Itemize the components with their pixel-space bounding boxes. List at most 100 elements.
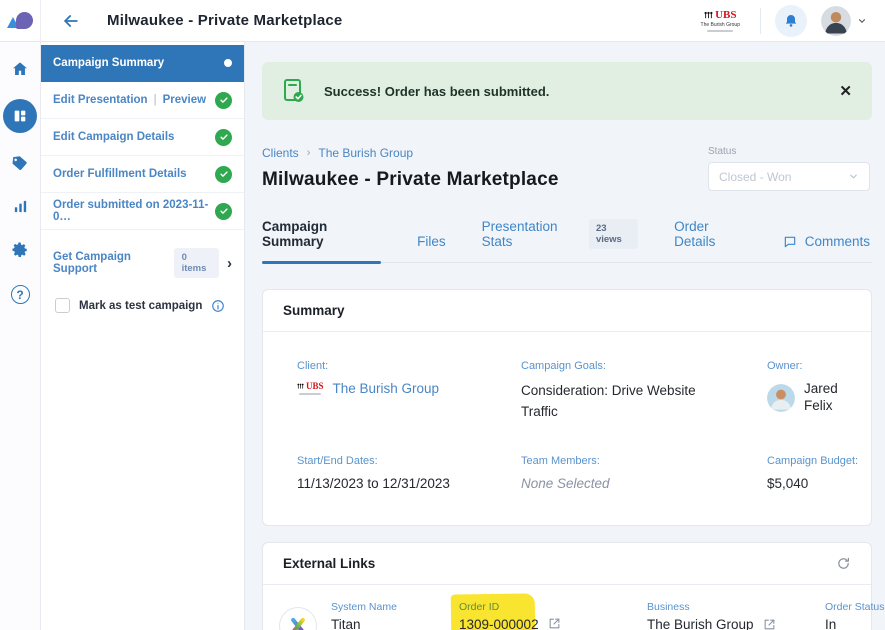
status-select[interactable]: Closed - Won bbox=[708, 162, 870, 191]
sidebar-item-label: Order Fulfillment Details bbox=[53, 168, 209, 180]
tab-files[interactable]: Files bbox=[417, 234, 446, 262]
test-campaign-row: Mark as test campaign bbox=[41, 298, 244, 313]
alert-message: Success! Order has been submitted. bbox=[324, 84, 549, 99]
topbar-divider bbox=[760, 8, 761, 34]
page-title: Milwaukee - Private Marketplace bbox=[262, 169, 559, 191]
home-icon[interactable] bbox=[11, 60, 29, 78]
document-check-icon bbox=[282, 78, 306, 104]
owner-name: Jared Felix bbox=[804, 381, 852, 415]
back-button[interactable] bbox=[61, 11, 81, 31]
titan-system-logo bbox=[279, 607, 317, 630]
owner-avatar bbox=[767, 384, 795, 412]
ubs-org-logo: UBS The Burish Group bbox=[695, 8, 746, 34]
edit-presentation-link[interactable]: Edit Presentation bbox=[53, 94, 148, 106]
tag-icon[interactable] bbox=[11, 154, 29, 172]
window-title: Milwaukee - Private Marketplace bbox=[107, 12, 342, 29]
breadcrumb-separator: › bbox=[307, 147, 311, 159]
app-logo-icon bbox=[7, 12, 33, 30]
back-arrow-icon bbox=[61, 11, 81, 31]
ubs-logo-fineprint bbox=[707, 30, 733, 32]
ubs-logo-subtitle: The Burish Group bbox=[701, 23, 740, 28]
preview-link[interactable]: Preview bbox=[163, 94, 209, 106]
user-avatar bbox=[821, 6, 851, 36]
dates-field: Start/End Dates: 11/13/2023 to 12/31/202… bbox=[297, 455, 493, 491]
step-complete-check-icon bbox=[215, 92, 232, 109]
external-link-icon[interactable] bbox=[548, 617, 561, 630]
system-name-field: System Name Titan bbox=[331, 601, 449, 630]
dashboard-icon[interactable] bbox=[3, 99, 37, 133]
budget-value: $5,040 bbox=[767, 476, 885, 491]
settings-gear-icon[interactable] bbox=[11, 241, 29, 259]
external-links-title: External Links bbox=[283, 556, 375, 571]
sidebar-item-label: Order submitted on 2023-11-0… bbox=[53, 199, 209, 223]
sidebar-item-label: Edit Campaign Details bbox=[53, 131, 209, 143]
campaign-goals-value: Consideration: Drive Website Traffic bbox=[521, 381, 721, 423]
support-label: Get Campaign Support bbox=[53, 251, 166, 275]
get-campaign-support[interactable]: Get Campaign Support 0 items › bbox=[41, 248, 244, 278]
dates-value: 11/13/2023 to 12/31/2023 bbox=[297, 476, 493, 491]
tab-comments[interactable]: Comments bbox=[783, 234, 870, 262]
analytics-icon[interactable] bbox=[12, 198, 29, 215]
views-badge: 23 views bbox=[589, 219, 638, 249]
chevron-right-icon: › bbox=[227, 255, 232, 272]
team-members-field: Team Members: None Selected bbox=[521, 455, 739, 491]
comment-bubble-icon bbox=[783, 235, 797, 249]
ubs-keys-icon bbox=[704, 11, 713, 20]
order-id-value: 1309-000002 bbox=[459, 617, 539, 630]
main-content: Success! Order has been submitted. ✕ Cli… bbox=[245, 42, 885, 630]
close-icon[interactable]: ✕ bbox=[839, 82, 852, 100]
tab-bar: Campaign Summary Files Presentation Stat… bbox=[262, 219, 872, 263]
status-value: Closed - Won bbox=[719, 170, 791, 184]
order-id-highlight: Order ID 1309-000002 bbox=[459, 601, 539, 630]
client-link[interactable]: The Burish Group bbox=[333, 381, 440, 396]
refresh-icon[interactable] bbox=[836, 556, 851, 571]
summary-card-title: Summary bbox=[283, 303, 345, 318]
system-name-value: Titan bbox=[331, 617, 449, 630]
summary-card: Summary Client: UBS The Burish Group bbox=[262, 289, 872, 526]
step-complete-check-icon bbox=[215, 203, 232, 220]
success-alert: Success! Order has been submitted. ✕ bbox=[262, 62, 872, 120]
support-items-badge: 0 items bbox=[174, 248, 219, 278]
breadcrumb-client-name[interactable]: The Burish Group bbox=[318, 146, 413, 160]
tab-order-details[interactable]: Order Details bbox=[674, 219, 747, 262]
ubs-logo-text: UBS bbox=[715, 10, 736, 21]
sidebar-item-label: Campaign Summary bbox=[53, 57, 218, 69]
bell-icon bbox=[783, 13, 799, 29]
sidebar-item-edit-campaign-details[interactable]: Edit Campaign Details bbox=[41, 119, 244, 156]
external-links-card: External Links bbox=[262, 542, 872, 630]
business-field: Business The Burish Group bbox=[647, 601, 815, 630]
sidebar-item-campaign-summary[interactable]: Campaign Summary bbox=[41, 45, 244, 82]
chevron-down-icon bbox=[857, 16, 867, 26]
user-menu[interactable] bbox=[821, 6, 867, 36]
top-bar: Milwaukee - Private Marketplace UBS The … bbox=[0, 0, 885, 42]
notifications-button[interactable] bbox=[775, 5, 807, 37]
workflow-sidebar: Campaign Summary Edit Presentation | Pre… bbox=[41, 42, 245, 630]
ubs-client-logo: UBS bbox=[297, 382, 324, 395]
tab-campaign-summary[interactable]: Campaign Summary bbox=[262, 219, 381, 262]
campaign-goals-field: Campaign Goals: Consideration: Drive Web… bbox=[521, 360, 739, 423]
sidebar-item-edit-presentation[interactable]: Edit Presentation | Preview bbox=[41, 82, 244, 119]
external-link-icon[interactable] bbox=[763, 618, 776, 630]
sidebar-item-order-submitted[interactable]: Order submitted on 2023-11-0… bbox=[41, 193, 244, 230]
order-status-field: Order Status In Progress bbox=[825, 601, 885, 630]
app-logo[interactable] bbox=[0, 0, 41, 41]
sidebar-item-order-fulfillment[interactable]: Order Fulfillment Details bbox=[41, 156, 244, 193]
info-icon[interactable] bbox=[211, 299, 225, 313]
order-id-field: Order ID 1309-000002 bbox=[459, 601, 637, 630]
breadcrumb-clients[interactable]: Clients bbox=[262, 146, 299, 160]
step-complete-check-icon bbox=[215, 166, 232, 183]
client-field: Client: UBS The Burish Group bbox=[297, 360, 493, 423]
active-step-dot-icon bbox=[224, 59, 232, 67]
tab-presentation-stats[interactable]: Presentation Stats 23 views bbox=[482, 219, 638, 262]
help-icon[interactable]: ? bbox=[11, 285, 30, 304]
status-label: Status bbox=[708, 146, 870, 157]
test-campaign-checkbox[interactable] bbox=[55, 298, 70, 313]
order-status-value: In Progress bbox=[825, 617, 885, 630]
business-value: The Burish Group bbox=[647, 617, 754, 630]
chevron-down-icon bbox=[848, 171, 859, 182]
breadcrumb: Clients › The Burish Group bbox=[262, 146, 559, 160]
team-members-value: None Selected bbox=[521, 476, 739, 491]
owner-field: Owner: Jared Felix Madison bbox=[767, 360, 885, 423]
test-campaign-label: Mark as test campaign bbox=[79, 300, 202, 312]
budget-field: Campaign Budget: $5,040 bbox=[767, 455, 885, 491]
